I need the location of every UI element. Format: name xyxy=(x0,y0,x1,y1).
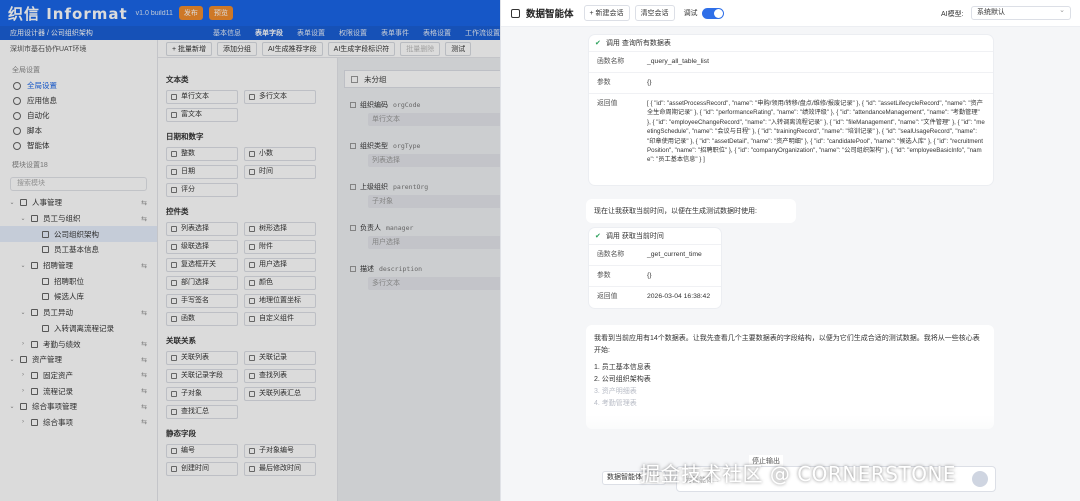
params-key: 参数 xyxy=(597,272,611,279)
function-name-key: 函数名称 xyxy=(597,58,625,65)
tool-call-query-tables: ✔ 调用 查询所有数据表 函数名称 _query_all_table_list 参数… xyxy=(589,35,993,185)
function-name-value: _query_all_table_list xyxy=(647,58,709,65)
debug-label: 调试 xyxy=(683,10,698,17)
new-chat-button[interactable]: + 新建会话 xyxy=(583,5,630,21)
tool-call-get-time: ✔ 调用 获取当前时间 函数名称 _get_current_time 参数 {} 返回… xyxy=(589,228,721,308)
params-key: 参数 xyxy=(597,79,611,86)
tool-call-header[interactable]: ✔ 调用 查询所有数据表 xyxy=(589,35,993,51)
agent-panel: 数据智能体 + 新建会话 清空会话 调试 AI模型: 系统默认 ✔调用 查询所有… xyxy=(500,0,1080,501)
return-key: 返回值 xyxy=(597,100,618,107)
panel-title: 数据智能体 xyxy=(526,9,574,20)
list-item: 3. 资产明细表 xyxy=(594,388,637,395)
check-circle-icon: ✔ xyxy=(595,40,601,47)
assistant-message: 现在让我获取当前时间，以便在生成测试数据时使用: xyxy=(586,199,796,223)
debug-toggle[interactable] xyxy=(701,7,724,19)
params-value: {} xyxy=(647,79,652,86)
model-label: AI模型: xyxy=(941,11,964,18)
list-item: 1. 员工基本信息表 xyxy=(594,364,651,371)
watermark-text: 掘金技术社区 @ CORNERSTONE xyxy=(640,462,957,486)
scroll-fade xyxy=(501,415,1080,445)
clear-chat-button[interactable]: 清空会话 xyxy=(634,5,675,21)
panel-icon xyxy=(511,8,520,18)
params-value: {} xyxy=(647,272,652,279)
panel-header: 数据智能体 + 新建会话 清空会话 调试 AI模型: 系统默认 xyxy=(501,0,1080,27)
message-intro: 我看到当前应用有14个数据表。让我先查看几个主要数据表的字段结构，以便为它们生成… xyxy=(594,335,980,354)
assistant-message-long: 我看到当前应用有14个数据表。让我先查看几个主要数据表的字段结构，以便为它们生成… xyxy=(586,325,994,429)
return-value: 2026-03-04 16:38:42 xyxy=(647,293,711,300)
check-circle-icon: ✔ xyxy=(595,233,601,240)
return-key: 返回值 xyxy=(597,293,618,300)
function-name-key: 函数名称 xyxy=(597,251,625,258)
send-icon[interactable] xyxy=(972,471,988,487)
list-item: 2. 公司组织架构表 xyxy=(594,376,651,383)
function-name-value: _get_current_time xyxy=(647,251,702,258)
list-item: 4. 考勤管理表 xyxy=(594,400,637,407)
return-value: [ { "id": "assetProcessRecord", "name": … xyxy=(647,100,985,164)
model-select[interactable]: 系统默认 xyxy=(971,5,1071,20)
tool-call-header[interactable]: ✔ 调用 获取当前时间 xyxy=(589,228,721,244)
